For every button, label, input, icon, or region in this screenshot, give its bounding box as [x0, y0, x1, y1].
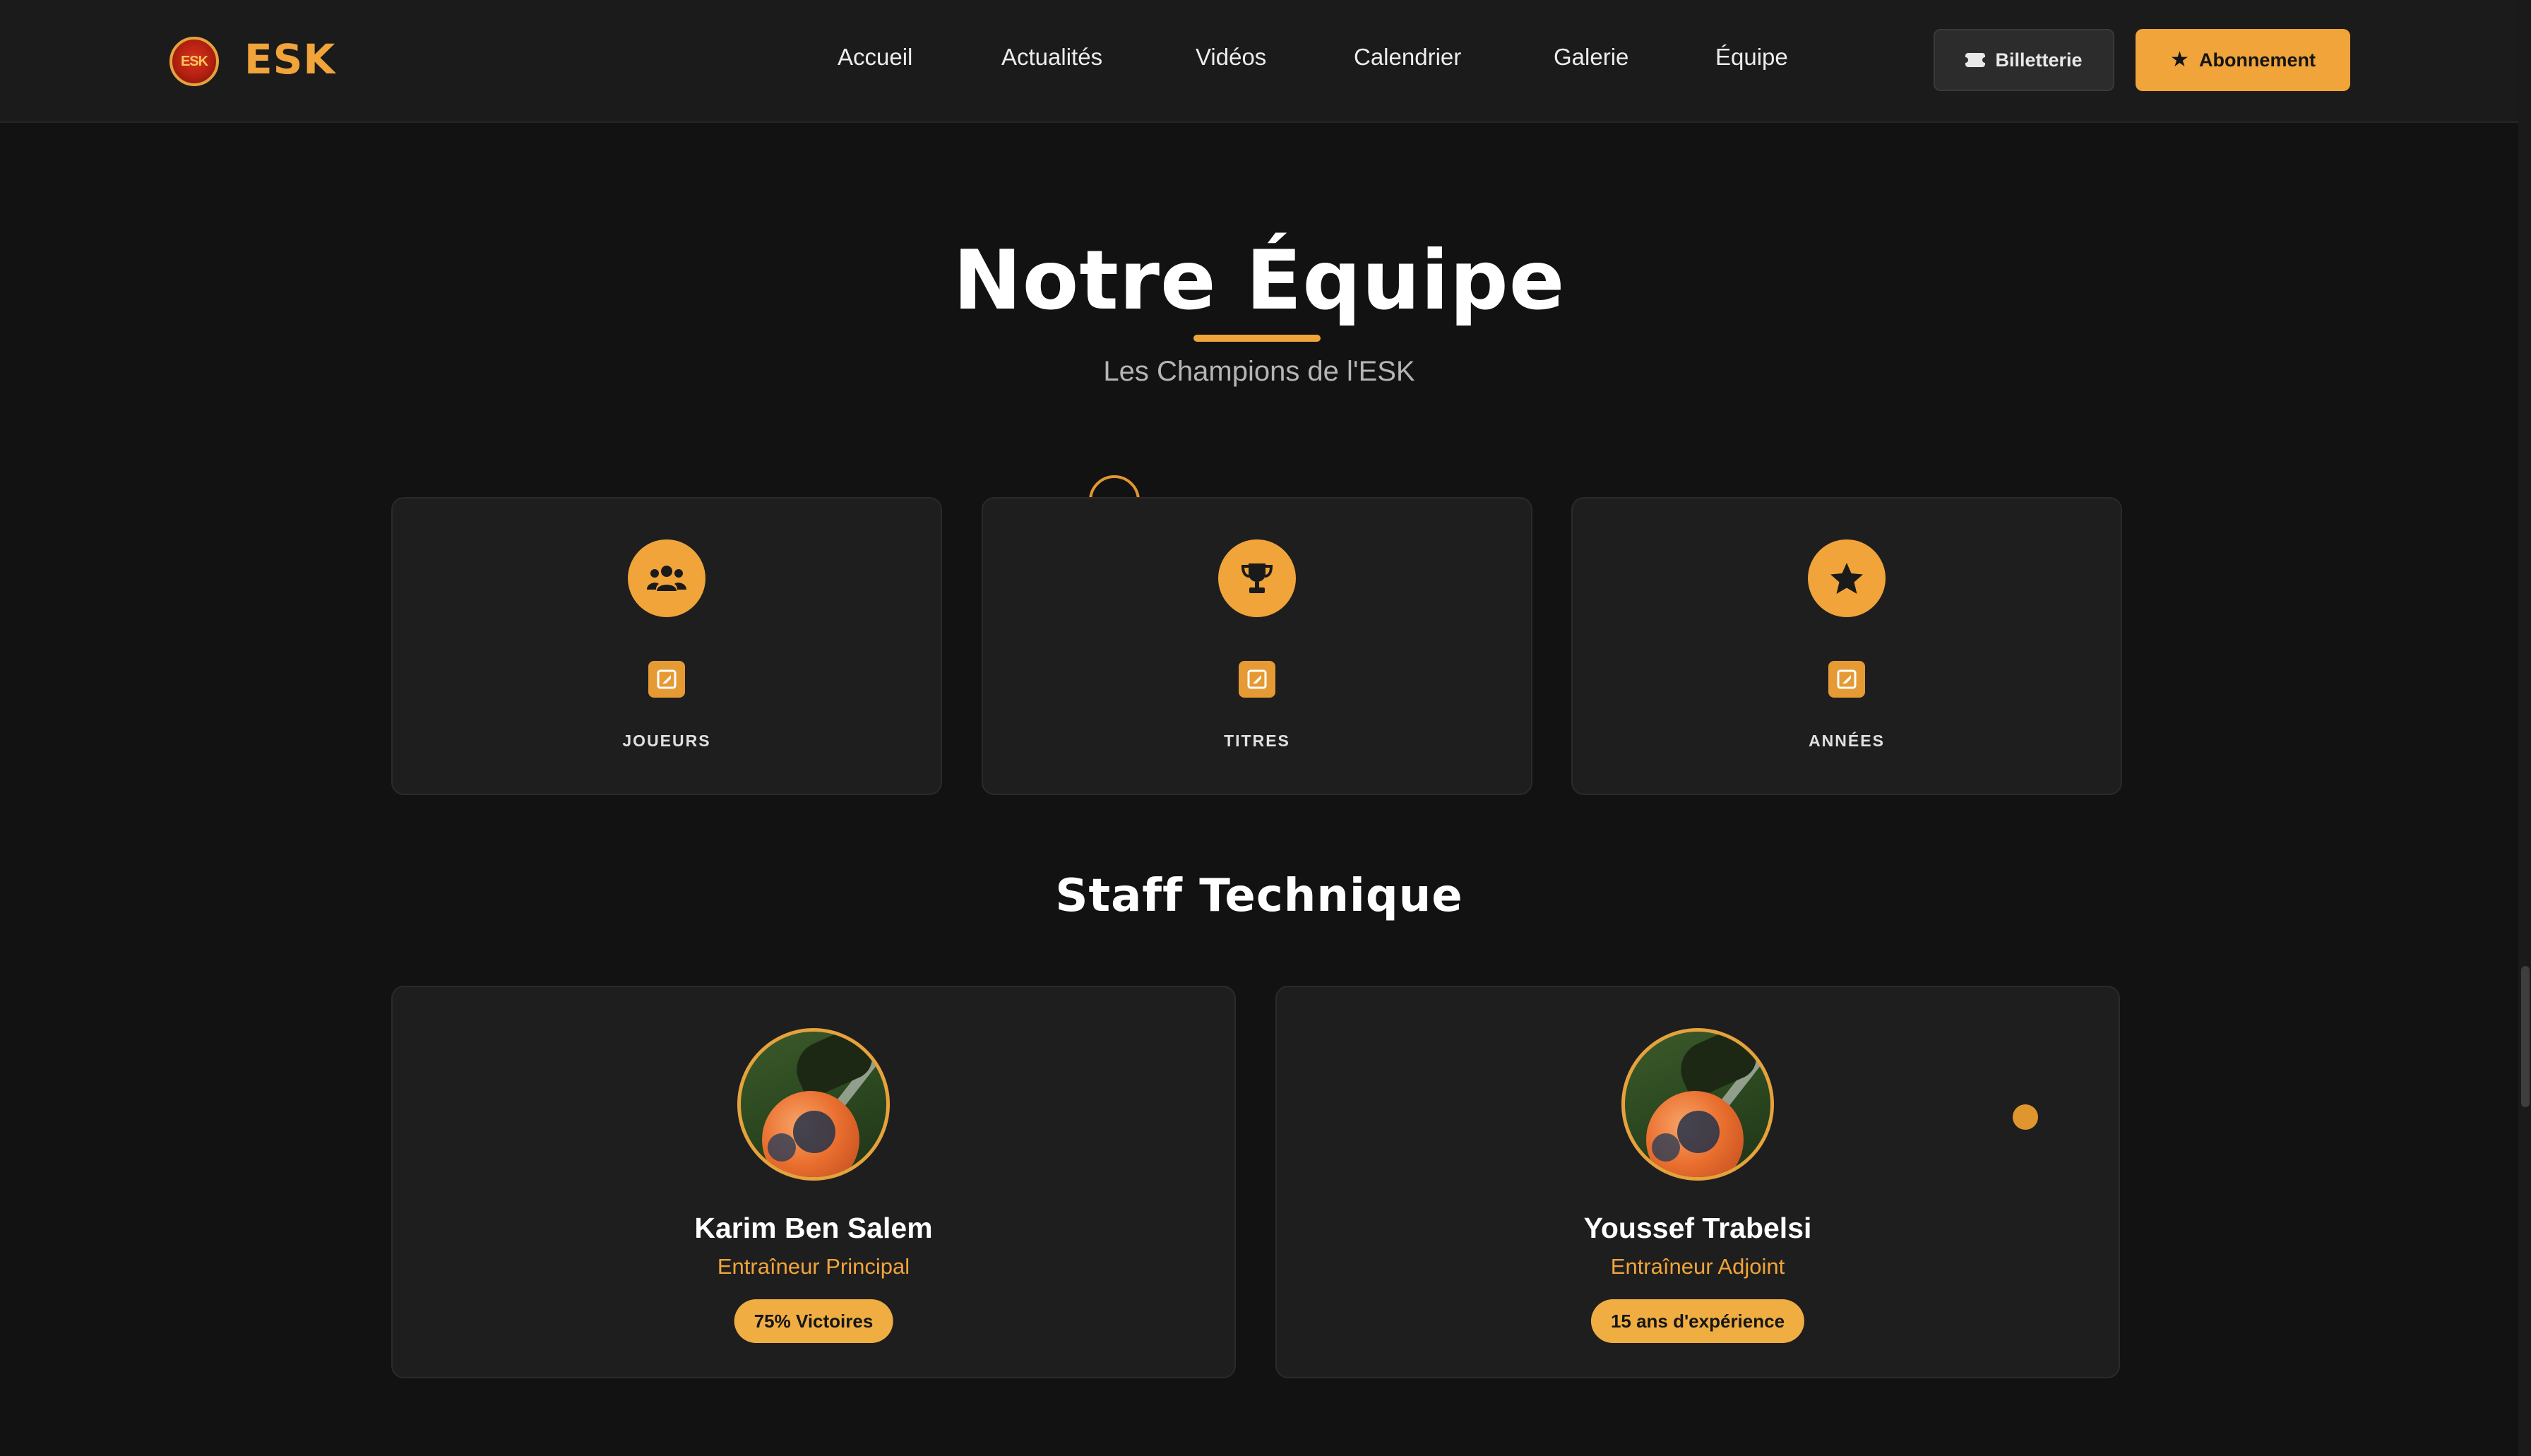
logo-badge-text: ESK — [180, 53, 208, 69]
staff-heading: Staff Technique — [1055, 870, 1463, 922]
staff-name: Karim Ben Salem — [694, 1212, 933, 1244]
star-icon — [1808, 539, 1886, 617]
subscription-button[interactable]: ★ Abonnement — [2136, 29, 2350, 91]
avatar — [737, 1028, 890, 1181]
ticket-icon — [1963, 53, 1989, 67]
users-icon — [628, 539, 705, 617]
stat-label: JOUEURS — [622, 732, 711, 750]
staff-stat-badge: 15 ans d'expérience — [1590, 1299, 1805, 1343]
staff-role: Entraîneur Adjoint — [1610, 1254, 1785, 1279]
scrollbar-thumb[interactable] — [2521, 966, 2530, 1107]
stat-card-players: JOUEURS — [391, 497, 942, 795]
page-subtitle: Les Champions de l'ESK — [1103, 356, 1415, 387]
avatar — [1621, 1028, 1774, 1181]
club-logo[interactable]: ESK — [169, 37, 219, 86]
top-navbar: ESK ESK Accueil Actualités Vidéos Calend… — [0, 0, 2518, 123]
stat-card-years: ANNÉES — [1571, 497, 2122, 795]
page-scrollbar[interactable] — [2518, 0, 2531, 1456]
trophy-icon — [1218, 539, 1296, 617]
nav-link-galerie[interactable]: Galerie — [1554, 44, 1628, 71]
staff-role: Entraîneur Principal — [717, 1254, 910, 1279]
nav-link-videos[interactable]: Vidéos — [1196, 44, 1266, 71]
staff-card[interactable]: Youssef Trabelsi Entraîneur Adjoint 15 a… — [1275, 986, 2120, 1378]
ticketing-button[interactable]: Billetterie — [1934, 29, 2114, 91]
page-title: Notre Équipe — [953, 233, 1566, 328]
subscription-button-label: Abonnement — [2198, 49, 2316, 71]
brand-name[interactable]: ESK — [244, 35, 335, 83]
stat-label: ANNÉES — [1809, 732, 1885, 750]
staff-stat-badge: 75% Victoires — [734, 1299, 893, 1343]
edit-icon[interactable] — [1239, 661, 1275, 698]
nav-link-actualites[interactable]: Actualités — [1001, 44, 1102, 71]
title-underline — [1193, 335, 1321, 342]
nav-link-accueil[interactable]: Accueil — [838, 44, 912, 71]
staff-card[interactable]: Karim Ben Salem Entraîneur Principal 75%… — [391, 986, 1236, 1378]
star-icon: ★ — [2170, 48, 2189, 71]
ticketing-button-label: Billetterie — [1995, 49, 2083, 71]
stat-card-titles: TITRES — [982, 497, 1532, 795]
decorative-dot — [2013, 1104, 2038, 1130]
stat-label: TITRES — [1224, 732, 1290, 750]
nav-link-calendrier[interactable]: Calendrier — [1354, 44, 1461, 71]
nav-link-equipe[interactable]: Équipe — [1715, 44, 1788, 71]
edit-icon[interactable] — [648, 661, 685, 698]
staff-name: Youssef Trabelsi — [1583, 1212, 1812, 1244]
edit-icon[interactable] — [1828, 661, 1865, 698]
